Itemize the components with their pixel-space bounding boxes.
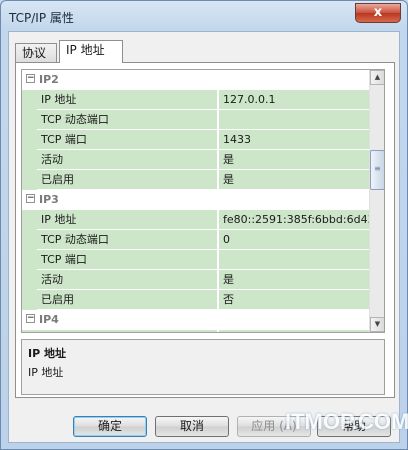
close-button[interactable]: x <box>355 3 401 23</box>
row-gutter <box>22 230 37 250</box>
property-name: IP 地址 <box>37 210 218 230</box>
description-text: IP 地址 <box>28 366 64 379</box>
row-gutter <box>22 210 37 230</box>
property-row[interactable]: TCP 端口 <box>22 250 370 270</box>
category-name: IP3 <box>39 193 59 206</box>
collapse-icon[interactable]: − <box>26 74 35 83</box>
description-title: IP 地址 <box>28 347 66 360</box>
row-gutter <box>22 170 37 190</box>
row-gutter <box>22 290 37 310</box>
property-value[interactable]: fe80::2591:385f:6bbd:6d43%11 <box>219 210 370 230</box>
collapse-icon[interactable]: − <box>26 194 35 203</box>
property-name: TCP 动态端口 <box>37 110 218 130</box>
property-value[interactable]: 192.168.22.14 <box>219 330 370 332</box>
ok-button[interactable]: 确定 <box>73 416 147 437</box>
row-gutter <box>22 130 37 150</box>
row-gutter <box>22 270 37 290</box>
property-row[interactable]: IP 地址 127.0.0.1 <box>22 90 370 110</box>
property-name: TCP 端口 <box>37 250 218 270</box>
watermark-logo: ITMOP.COM <box>285 409 408 434</box>
property-row[interactable]: 活动是 <box>22 150 370 170</box>
category-name: IP2 <box>39 73 59 86</box>
property-value[interactable] <box>219 250 370 270</box>
property-rows: − IP2 IP 地址 127.0.0.1 TCP 动态端口 TCP 端口 1433 活动是已… <box>22 70 370 332</box>
property-row[interactable]: TCP 动态端口 <box>22 110 370 130</box>
row-gutter <box>22 250 37 270</box>
property-name: 活动 <box>37 150 218 170</box>
property-row[interactable]: 已启用是 <box>22 170 370 190</box>
property-grid: − IP2 IP 地址 127.0.0.1 TCP 动态端口 TCP 端口 1433 活动是已… <box>21 69 385 333</box>
property-value[interactable]: 否 <box>219 290 370 310</box>
window-title: TCP/IP 属性 <box>9 11 74 25</box>
row-gutter <box>22 330 37 332</box>
row-gutter <box>22 110 37 130</box>
dialog-client-area: 协议 IP 地址 − IP2 IP 地址 127.0.0.1 TCP 动态端口 TCP 端… <box>8 31 400 443</box>
property-value[interactable]: 127.0.0.1 <box>219 90 370 110</box>
title-bar[interactable]: TCP/IP 属性 x <box>1 1 407 31</box>
cancel-button[interactable]: 取消 <box>155 416 229 437</box>
property-row[interactable]: IP 地址fe80::2591:385f:6bbd:6d43%11 <box>22 210 370 230</box>
property-row[interactable]: IP 地址192.168.22.14 <box>22 330 370 332</box>
category-row[interactable]: − IP3 <box>22 190 370 210</box>
row-gutter <box>22 150 37 170</box>
category-row[interactable]: − IP2 <box>22 70 370 90</box>
collapse-icon[interactable]: − <box>26 314 35 323</box>
category-name: IP4 <box>39 313 59 326</box>
vertical-scrollbar[interactable]: ▲ ≡ ▼ <box>369 70 384 332</box>
description-panel: IP 地址 IP 地址 <box>21 339 385 395</box>
category-row[interactable]: − IP4 <box>22 310 370 330</box>
property-row[interactable]: 活动是 <box>22 270 370 290</box>
property-value[interactable]: 0 <box>219 230 370 250</box>
property-value[interactable]: 是 <box>219 150 370 170</box>
scroll-thumb[interactable]: ≡ <box>370 150 384 190</box>
tcpip-properties-window: TCP/IP 属性 x 协议 IP 地址 − IP2 IP 地址 127.0.0.1 T… <box>0 0 408 450</box>
tab-ip-addresses[interactable]: IP 地址 <box>59 40 123 63</box>
property-name: 已启用 <box>37 170 218 190</box>
property-name: 活动 <box>37 270 218 290</box>
property-name: 已启用 <box>37 290 218 310</box>
row-gutter <box>22 90 37 110</box>
tab-panel: − IP2 IP 地址 127.0.0.1 TCP 动态端口 TCP 端口 1433 活动是已… <box>15 62 395 398</box>
property-name: IP 地址 <box>37 330 218 332</box>
scroll-up-button[interactable]: ▲ <box>370 70 384 85</box>
tab-protocol[interactable]: 协议 <box>15 43 57 63</box>
property-value[interactable]: 是 <box>219 170 370 190</box>
property-name: IP 地址 <box>37 90 218 110</box>
property-name: TCP 端口 <box>37 130 218 150</box>
property-value[interactable] <box>219 110 370 130</box>
property-row[interactable]: TCP 端口 1433 <box>22 130 370 150</box>
scroll-down-button[interactable]: ▼ <box>370 317 384 332</box>
property-name: TCP 动态端口 <box>37 230 218 250</box>
property-value[interactable]: 1433 <box>219 130 370 150</box>
property-row[interactable]: TCP 动态端口 0 <box>22 230 370 250</box>
property-row[interactable]: 已启用否 <box>22 290 370 310</box>
property-value[interactable]: 是 <box>219 270 370 290</box>
